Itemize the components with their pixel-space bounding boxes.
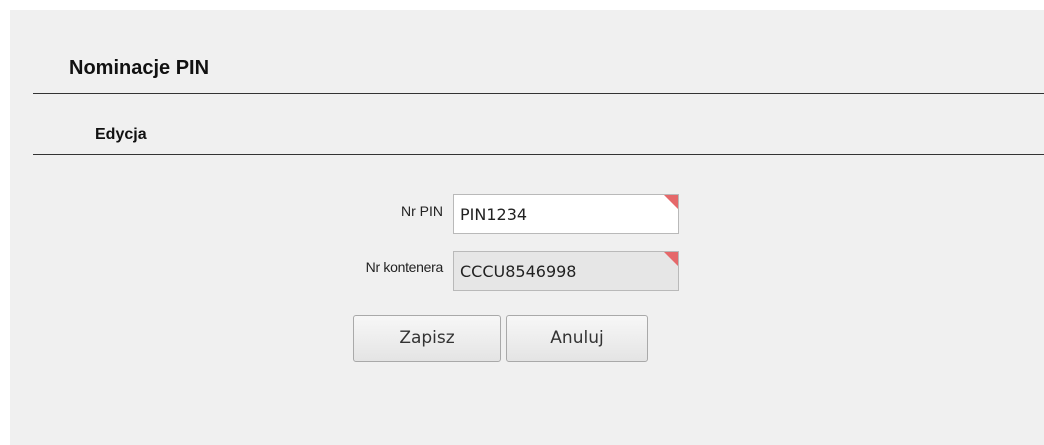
- pin-input[interactable]: [453, 194, 679, 234]
- cancel-button[interactable]: Anuluj: [506, 315, 648, 362]
- title-divider: [33, 93, 1044, 94]
- save-button[interactable]: Zapisz: [353, 315, 501, 362]
- container-label: Nr kontenera: [365, 259, 444, 275]
- section-divider: [33, 154, 1044, 155]
- container-input[interactable]: [453, 251, 679, 291]
- page-title: Nominacje PIN: [69, 57, 210, 79]
- section-title: Edycja: [95, 126, 147, 143]
- pin-label: Nr PIN: [401, 203, 443, 219]
- pin-required-marker: [664, 195, 678, 209]
- container-required-marker: [664, 252, 678, 266]
